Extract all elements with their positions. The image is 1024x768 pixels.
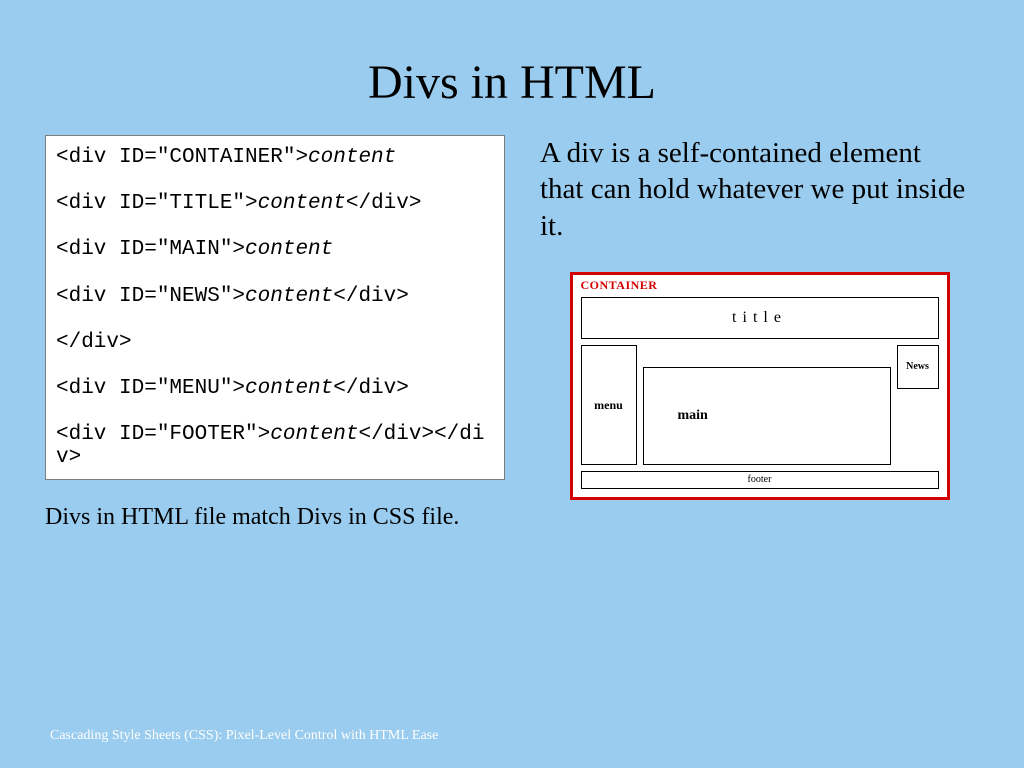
diagram-title-box: title xyxy=(581,297,939,339)
layout-diagram-wrap: CONTAINER title menu main News footer xyxy=(540,272,979,500)
slide-title: Divs in HTML xyxy=(0,0,1024,135)
right-column: A div is a self-contained element that c… xyxy=(525,135,979,531)
diagram-container-label: CONTAINER xyxy=(581,278,939,293)
code-content: content xyxy=(308,146,396,169)
code-text: </div> xyxy=(346,192,422,215)
code-text: </div> xyxy=(333,285,409,308)
code-text: <div ID="MENU"> xyxy=(56,377,245,400)
code-text: </div> xyxy=(333,377,409,400)
content-columns: <div ID="CONTAINER">content <div ID="TIT… xyxy=(0,135,1024,531)
code-content: content xyxy=(245,238,333,261)
code-example-box: <div ID="CONTAINER">content <div ID="TIT… xyxy=(45,135,505,480)
code-text: <div ID="FOOTER"> xyxy=(56,423,270,446)
caption-text: Divs in HTML file match Divs in CSS file… xyxy=(45,504,505,531)
code-text: <div ID="NEWS"> xyxy=(56,285,245,308)
code-content: content xyxy=(270,423,358,446)
diagram-middle-row: menu main News xyxy=(581,345,939,465)
code-text: <div ID="MAIN"> xyxy=(56,238,245,261)
code-text: <div ID="TITLE"> xyxy=(56,192,258,215)
diagram-menu-box: menu xyxy=(581,345,637,465)
layout-diagram: CONTAINER title menu main News footer xyxy=(570,272,950,500)
code-text: </div> xyxy=(56,331,132,354)
diagram-news-box: News xyxy=(897,345,939,389)
code-content: content xyxy=(245,377,333,400)
diagram-footer-box: footer xyxy=(581,471,939,489)
slide-footer-text: Cascading Style Sheets (CSS): Pixel-Leve… xyxy=(50,728,438,744)
body-paragraph: A div is a self-contained element that c… xyxy=(540,135,979,244)
code-text: <div ID="CONTAINER"> xyxy=(56,146,308,169)
code-content: content xyxy=(245,285,333,308)
diagram-main-box: main xyxy=(643,367,891,465)
left-column: <div ID="CONTAINER">content <div ID="TIT… xyxy=(45,135,505,531)
code-content: content xyxy=(258,192,346,215)
diagram-main-wrap: main xyxy=(643,345,891,465)
